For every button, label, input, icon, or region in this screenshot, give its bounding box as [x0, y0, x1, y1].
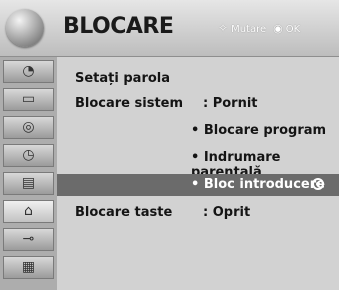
sidebar-item-lock[interactable]: ⌂ — [3, 200, 54, 223]
hint-move-label: Mutare — [231, 24, 267, 35]
selected-radio-icon — [312, 178, 324, 190]
key-lock-label: Blocare taste — [75, 205, 173, 220]
lock-menu-icon — [6, 9, 44, 47]
lock-menu-window: BLOCARE ✧ Mutare ◉ OK ◔ ▭ ◎ ◷ ▤ ⌂ ⊸ ▦ Se… — [0, 0, 339, 290]
monitor-icon: ▭ — [21, 91, 36, 107]
category-sidebar: ◔ ▭ ◎ ◷ ▤ ⌂ ⊸ ▦ — [0, 57, 57, 290]
menu-item-system-lock[interactable]: Blocare sistem : Pornit — [57, 93, 339, 115]
satellite-dish-icon: ◔ — [22, 63, 35, 79]
menu-item-input-block[interactable]: • Bloc introducere — [57, 174, 339, 196]
menu-item-block-program[interactable]: • Blocare program — [57, 120, 339, 142]
sidebar-item-options[interactable]: ▤ — [3, 172, 54, 195]
calendar-icon: ▤ — [21, 175, 36, 191]
system-lock-label: Blocare sistem — [75, 96, 184, 111]
hint-ok-label: OK — [285, 24, 301, 35]
sidebar-item-audio[interactable]: ◎ — [3, 116, 54, 139]
sidebar-item-input[interactable]: ⊸ — [3, 228, 54, 251]
input-block-label: • Bloc introducere — [191, 177, 325, 192]
sidebar-item-media[interactable]: ▦ — [3, 256, 54, 279]
lock-icon: ⌂ — [24, 203, 33, 219]
system-lock-value: : Pornit — [203, 96, 258, 111]
clock-icon: ◷ — [22, 147, 35, 163]
navigation-hint: ✧ Mutare ◉ OK — [218, 21, 300, 35]
clapperboard-icon: ▦ — [21, 259, 36, 275]
menu-item-set-password[interactable]: Setați parola — [57, 68, 339, 90]
speaker-icon: ◎ — [22, 119, 35, 135]
block-program-label: • Blocare program — [191, 123, 327, 138]
menu-title: BLOCARE — [63, 14, 174, 39]
menu-item-parental-guidance[interactable]: • Indrumare parentală — [57, 147, 339, 180]
lock-settings-panel: Setați parola Blocare sistem : Pornit • … — [57, 57, 339, 290]
sidebar-item-picture[interactable]: ▭ — [3, 88, 54, 111]
key-lock-value: : Oprit — [203, 205, 251, 220]
menu-item-key-lock[interactable]: Blocare taste : Oprit — [57, 202, 339, 224]
sidebar-item-time[interactable]: ◷ — [3, 144, 54, 167]
sidebar-item-channels[interactable]: ◔ — [3, 60, 54, 83]
set-password-label: Setați parola — [75, 71, 171, 86]
menu-header: BLOCARE ✧ Mutare ◉ OK — [0, 0, 339, 57]
ok-icon: ◉ — [273, 22, 283, 35]
plug-icon: ⊸ — [22, 231, 35, 247]
arrows-icon: ✧ — [218, 21, 229, 35]
